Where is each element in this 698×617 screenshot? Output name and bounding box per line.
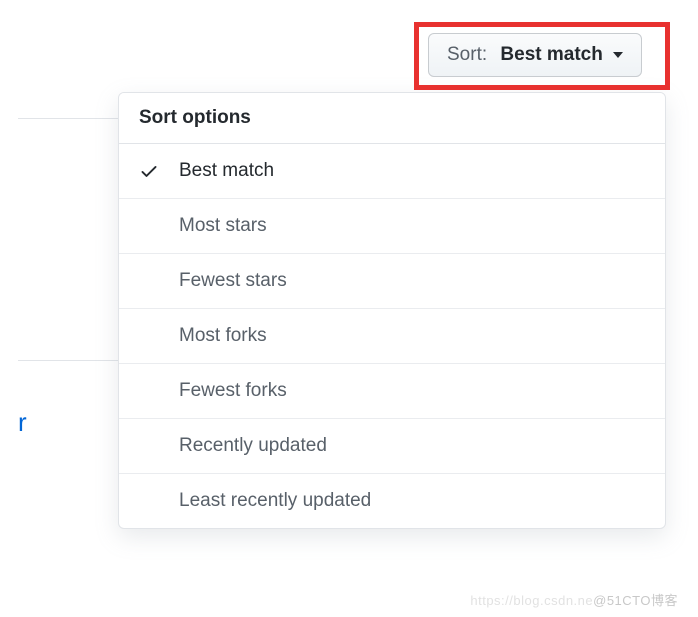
divider	[18, 118, 118, 119]
watermark: https://blog.csdn.ne@51CTO博客	[470, 590, 678, 609]
watermark-text: @51CTO博客	[593, 593, 678, 608]
sort-option-fewest-stars[interactable]: Fewest stars	[119, 254, 665, 309]
sort-button-prefix: Sort:	[447, 44, 487, 66]
sort-option-label: Fewest forks	[179, 380, 287, 401]
sort-option-fewest-forks[interactable]: Fewest forks	[119, 364, 665, 419]
divider	[18, 360, 118, 361]
sort-option-least-recently-updated[interactable]: Least recently updated	[119, 474, 665, 528]
sort-option-label: Most forks	[179, 325, 267, 346]
watermark-url: https://blog.csdn.ne	[470, 593, 593, 608]
sort-option-best-match[interactable]: Best match	[119, 144, 665, 199]
sort-option-label: Fewest stars	[179, 270, 287, 291]
sort-option-label: Most stars	[179, 215, 267, 236]
check-icon	[139, 161, 159, 181]
sort-option-label: Best match	[179, 160, 274, 181]
sort-option-most-forks[interactable]: Most forks	[119, 309, 665, 364]
sort-button-value: Best match	[500, 44, 602, 66]
sort-dropdown: Sort options Best match Most stars Fewes…	[118, 92, 666, 529]
dropdown-title: Sort options	[119, 93, 665, 144]
sort-option-label: Least recently updated	[179, 490, 371, 511]
sort-button[interactable]: Sort: Best match	[428, 33, 642, 77]
caret-down-icon	[613, 52, 623, 58]
sort-option-label: Recently updated	[179, 435, 327, 456]
sort-option-recently-updated[interactable]: Recently updated	[119, 419, 665, 474]
partial-link-text: r	[18, 407, 27, 438]
sort-option-most-stars[interactable]: Most stars	[119, 199, 665, 254]
